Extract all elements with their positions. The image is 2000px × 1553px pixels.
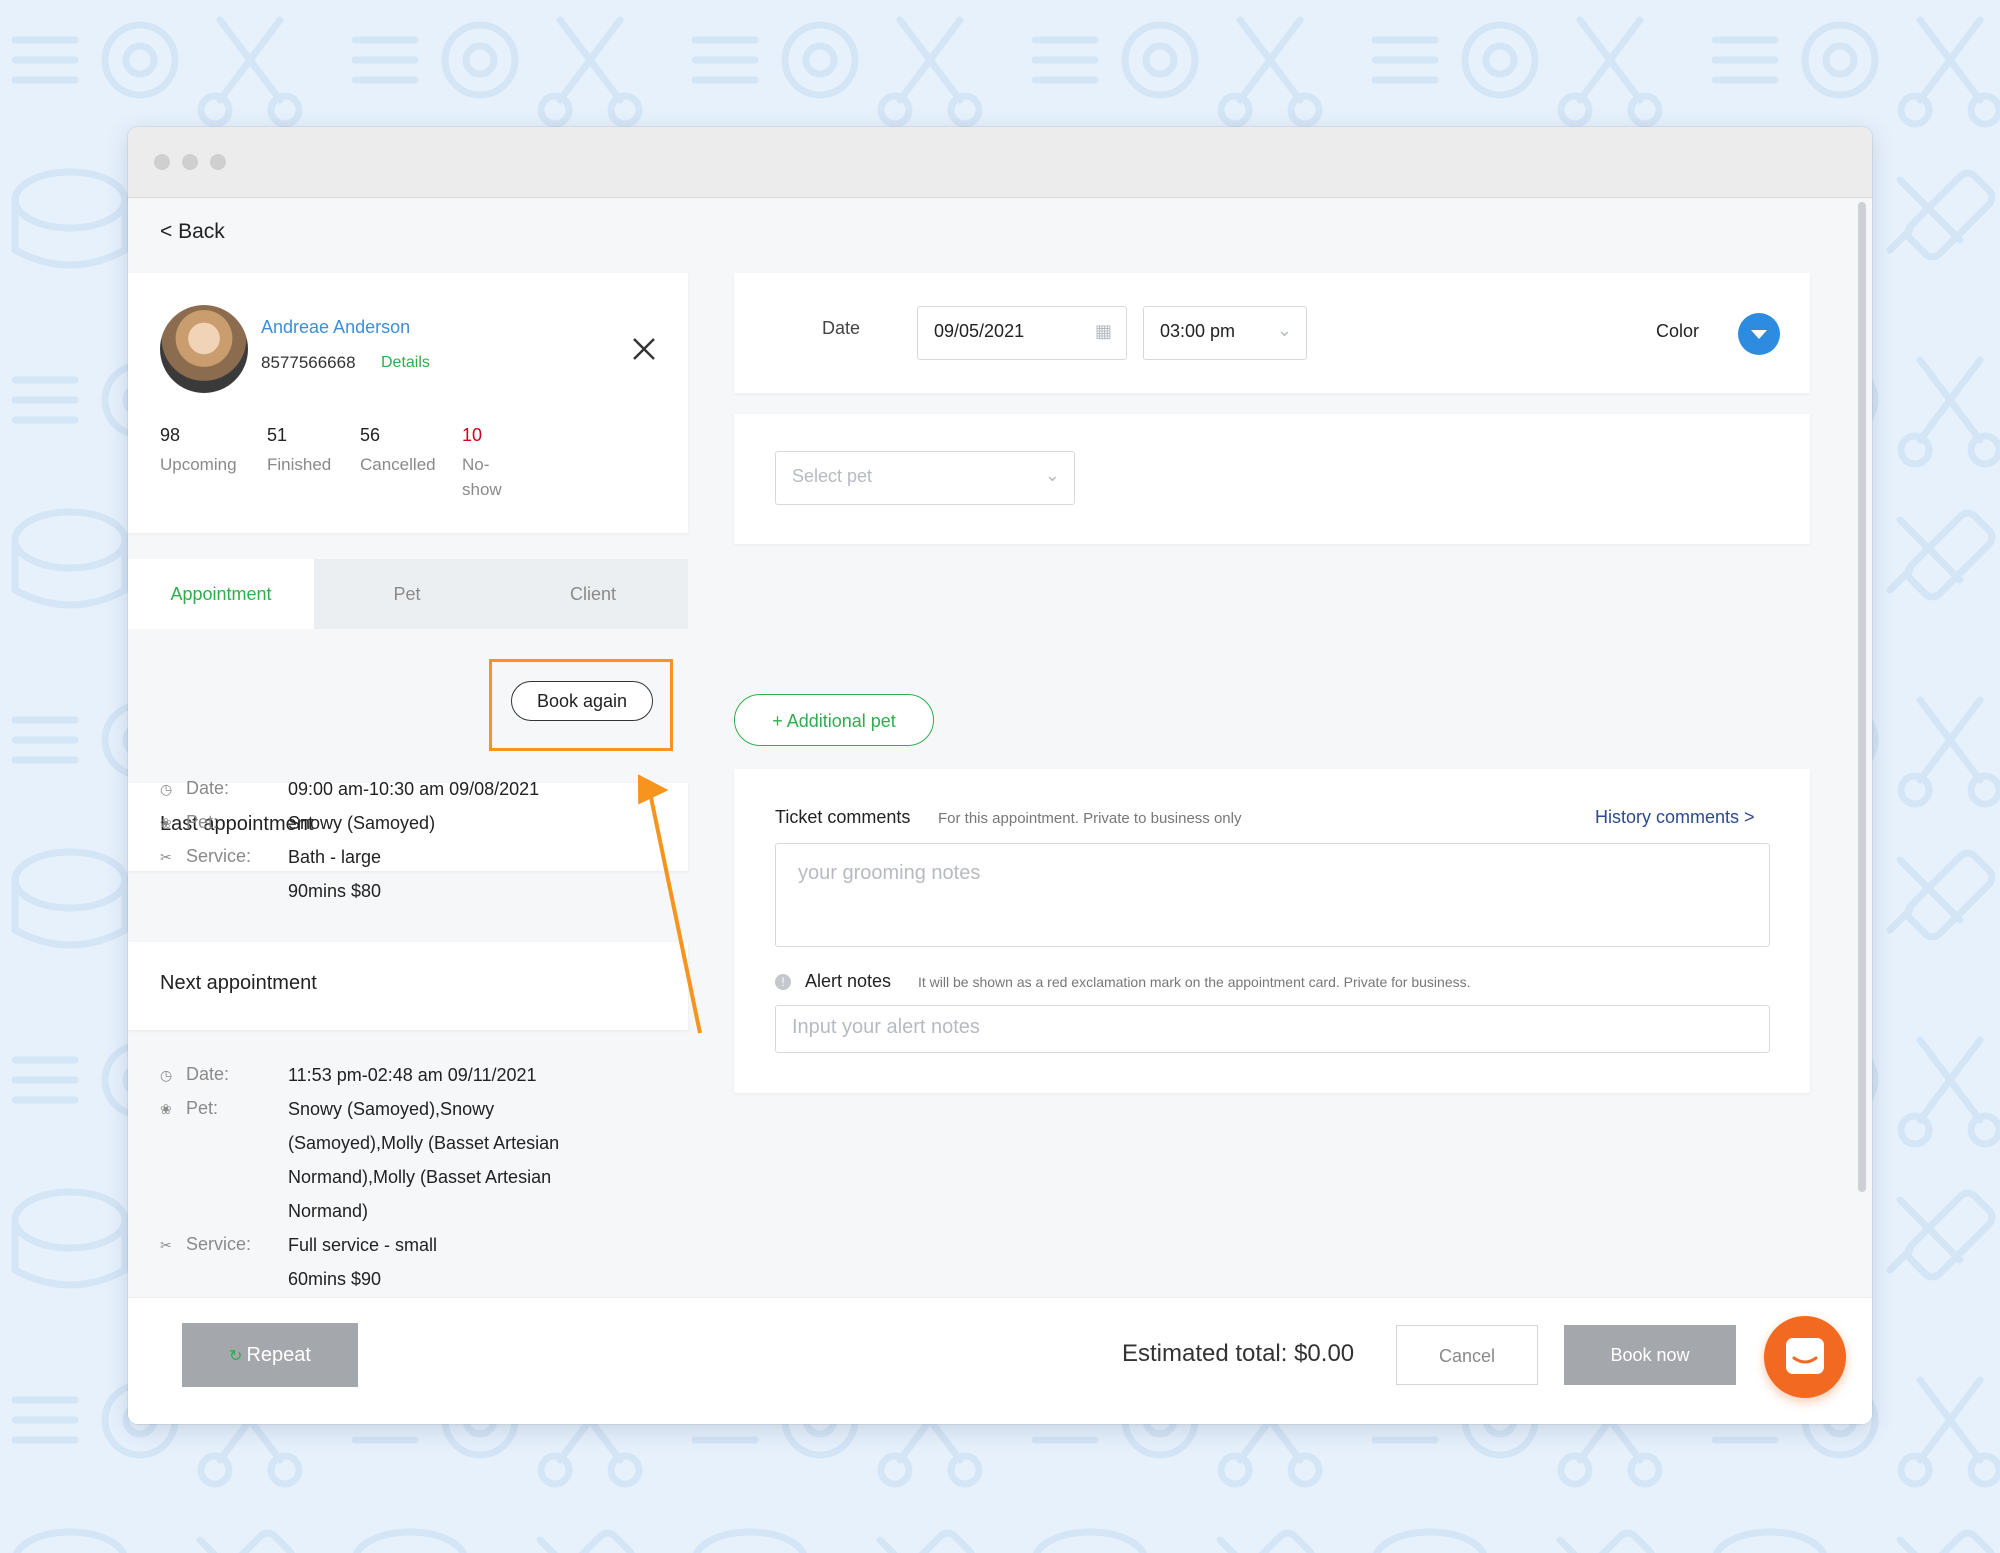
annotation-arrow (637, 774, 702, 1034)
scrollbar[interactable] (1856, 198, 1866, 1198)
stat-value: 56 (360, 425, 381, 445)
stat-label: No-show (462, 455, 502, 499)
last-appointment-date: 09:00 am-10:30 am 09/08/2021 (288, 779, 540, 799)
grooming-icon: ✂ (160, 1237, 172, 1253)
app-window: < Back Andreae Anderson 8577566668 Detai… (128, 127, 1872, 1424)
client-card: Andreae Anderson 8577566668 Details 98 U… (128, 273, 688, 533)
next-appointment-pet-line: (Samoyed),Molly (Basset Artesian (288, 1133, 560, 1153)
stat-value: 98 (160, 425, 181, 445)
avatar (160, 305, 248, 393)
next-appointment-details: ◷ Date: 11:53 pm-02:48 am 09/11/2021 ❀ Pet… (160, 1064, 660, 1294)
window-content: < Back Andreae Anderson 8577566668 Detai… (128, 198, 1872, 1424)
window-minimize-dot[interactable] (182, 154, 198, 170)
cancel-button[interactable]: Cancel (1396, 1325, 1538, 1385)
pet-key: ❀ Pet: (160, 812, 219, 832)
service-key: ✂ Service: (160, 846, 252, 866)
ticket-comments-label: Ticket comments (775, 807, 911, 827)
alert-notes-label: Alert notes (805, 971, 892, 991)
grooming-notes-textarea[interactable]: your grooming notes (775, 843, 1770, 947)
back-link[interactable]: < Back (160, 220, 225, 244)
next-appointment-service: Full service - small (288, 1235, 438, 1255)
next-appointment-pet-line: Snowy (Samoyed),Snowy (288, 1099, 495, 1119)
last-appointment-service: Bath - large (288, 847, 382, 867)
window-titlebar (128, 127, 1872, 198)
paw-icon: ❀ (160, 815, 172, 831)
date-label: Date (822, 318, 861, 338)
footer-bar: ↻ Repeat Estimated total: $0.00 Cancel Bo… (128, 1297, 1872, 1424)
color-label: Color (1656, 321, 1700, 341)
repeat-label: Repeat (246, 1344, 311, 1366)
highlight-box (489, 659, 673, 751)
ticket-comments-note: For this appointment. Private to busines… (938, 810, 1242, 827)
history-comments-link[interactable]: History comments > (1595, 807, 1755, 828)
clock-icon: ◷ (160, 1067, 173, 1083)
next-appointment-date: 11:53 pm-02:48 am 09/11/2021 (288, 1065, 537, 1085)
stat-label: Finished (267, 455, 332, 474)
book-now-button[interactable]: Book now (1564, 1325, 1736, 1385)
tab-appointment[interactable]: Appointment (128, 559, 314, 629)
info-icon: ! (775, 974, 791, 990)
chat-widget-button[interactable] (1764, 1316, 1846, 1398)
repeat-button[interactable]: ↻ Repeat (182, 1323, 358, 1387)
clock-icon: ◷ (160, 781, 173, 797)
color-picker-button[interactable] (1738, 313, 1780, 355)
date-input[interactable]: 09/05/2021 ▦ (917, 306, 1127, 360)
tab-client[interactable]: Client (500, 559, 686, 629)
window-zoom-dot[interactable] (210, 154, 226, 170)
chat-icon (1786, 1338, 1824, 1374)
tab-pet[interactable]: Pet (314, 559, 500, 629)
time-select[interactable]: 03:00 pm ⌄ (1143, 306, 1307, 360)
grooming-notes-placeholder: your grooming notes (798, 862, 981, 884)
service-key: ✂ Service: (160, 1234, 252, 1254)
calendar-icon: ▦ (1094, 321, 1112, 341)
client-phone: 8577566668 (261, 353, 356, 372)
comments-card: Ticket comments For this appointment. Pr… (734, 769, 1810, 1093)
last-appointment-pet: Snowy (Samoyed) (288, 813, 436, 833)
stat-cancelled: 56 Cancelled (360, 425, 436, 477)
additional-pet-button[interactable]: + Additional pet (734, 694, 934, 746)
scroll-thumb[interactable] (1858, 202, 1866, 1192)
stat-value: 51 (267, 425, 288, 445)
window-close-dot[interactable] (154, 154, 170, 170)
alert-notes-note: It will be shown as a red exclamation ma… (918, 974, 1471, 990)
date-key: ◷ Date: (160, 778, 230, 798)
chevron-down-icon: ⌄ (1276, 320, 1292, 340)
time-value: 03:00 pm (1160, 321, 1236, 341)
pet-select-card: Select pet ⌄ (734, 414, 1810, 544)
last-appointment-details: ◷ Date: 09:00 am-10:30 am 09/08/2021 ❀ Pet… (160, 778, 660, 908)
date-key: ◷ Date: (160, 1064, 230, 1084)
stat-value: 10 (462, 425, 483, 445)
next-appointment-title: Next appointment (160, 972, 317, 994)
last-appointment-duration-price: 90mins $80 (288, 881, 382, 901)
estimated-total: Estimated total: $0.00 (1122, 1340, 1355, 1367)
pet-key: ❀ Pet: (160, 1098, 219, 1118)
client-name[interactable]: Andreae Anderson (261, 317, 410, 338)
grooming-icon: ✂ (160, 849, 172, 865)
stat-no-show: 10 No-show (462, 425, 514, 502)
select-pet-dropdown[interactable]: Select pet ⌄ (775, 451, 1075, 505)
stat-label: Cancelled (360, 455, 436, 474)
details-link[interactable]: Details (381, 354, 430, 372)
next-appointment-duration-price: 60mins $90 (288, 1269, 382, 1289)
caret-down-icon (1751, 330, 1767, 339)
select-pet-placeholder: Select pet (792, 466, 873, 486)
chevron-down-icon: ⌄ (1044, 465, 1060, 485)
next-appointment-header: Next appointment (128, 942, 688, 1030)
next-appointment-pet-line: Normand) (288, 1201, 369, 1221)
stat-finished: 51 Finished (267, 425, 331, 477)
date-time-card: Date 09/05/2021 ▦ 03:00 pm ⌄ Color (734, 273, 1810, 393)
repeat-icon: ↻ (229, 1348, 243, 1365)
close-icon[interactable] (630, 335, 658, 363)
alert-notes-input[interactable]: Input your alert notes (775, 1005, 1770, 1053)
stat-upcoming: 98 Upcoming (160, 425, 237, 477)
date-value: 09/05/2021 (934, 321, 1025, 341)
alert-notes-placeholder: Input your alert notes (792, 1016, 980, 1038)
stat-label: Upcoming (160, 455, 237, 474)
tab-bar: Appointment Pet Client (128, 559, 688, 629)
paw-icon: ❀ (160, 1101, 172, 1117)
next-appointment-pet-line: Normand),Molly (Basset Artesian (288, 1167, 552, 1187)
